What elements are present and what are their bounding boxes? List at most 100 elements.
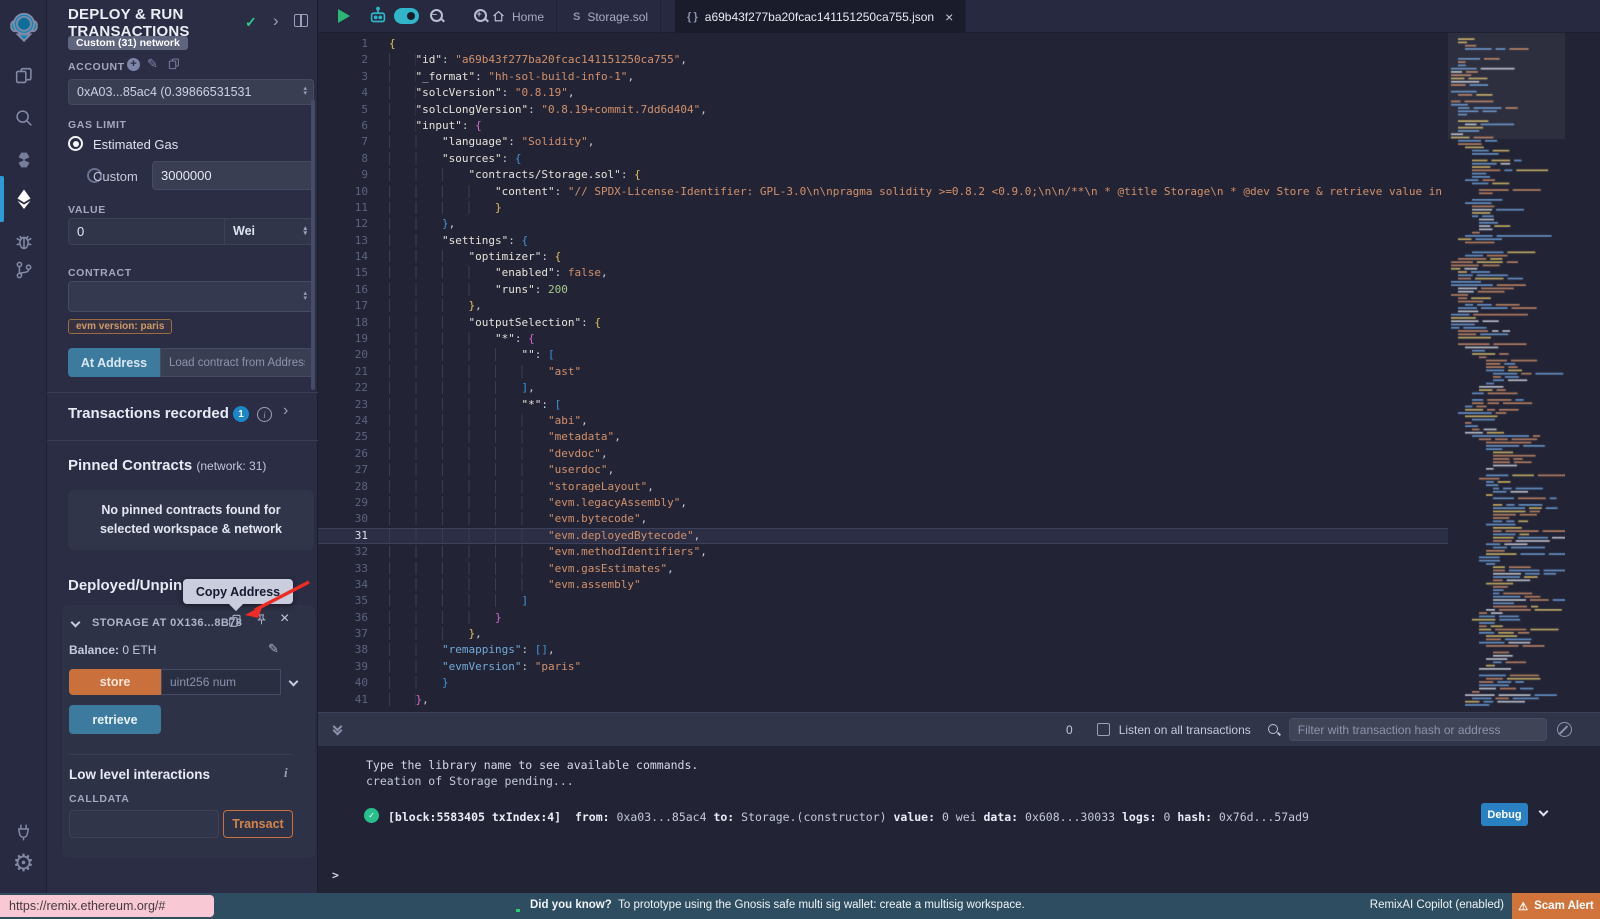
info-icon[interactable]: i xyxy=(257,407,272,422)
code-line-30[interactable]: 30 "evm.bytecode", xyxy=(318,511,1448,527)
scam-alert-button[interactable]: ⚠ Scam Alert xyxy=(1512,893,1600,919)
pin-panel-icon[interactable] xyxy=(294,14,308,27)
code-line-8[interactable]: 8 "sources": { xyxy=(318,151,1448,167)
expand-terminal-icon[interactable] xyxy=(334,726,341,734)
pinned-contracts-title: Pinned Contracts (network: 31) xyxy=(68,457,266,474)
estimated-gas-radio[interactable] xyxy=(68,136,83,151)
code-line-41[interactable]: 41 }, xyxy=(318,692,1448,708)
code-line-27[interactable]: 27 "userdoc", xyxy=(318,462,1448,478)
git-icon[interactable] xyxy=(0,250,47,290)
code-line-10[interactable]: 10 "content": "// SPDX-License-Identifie… xyxy=(318,184,1448,200)
code-line-7[interactable]: 7 "language": "Solidity", xyxy=(318,134,1448,150)
transact-button[interactable]: Transact xyxy=(223,810,293,838)
store-param-input[interactable] xyxy=(161,669,281,695)
tab-storage-sol[interactable]: S Storage.sol xyxy=(561,0,661,33)
copilot-status[interactable]: RemixAI Copilot (enabled) xyxy=(1370,899,1504,911)
code-line-16[interactable]: 16 "runs": 200 xyxy=(318,282,1448,298)
code-line-24[interactable]: 24 "abi", xyxy=(318,413,1448,429)
chevron-right-icon[interactable]: › xyxy=(273,11,279,31)
code-line-18[interactable]: 18 "outputSelection": { xyxy=(318,315,1448,331)
code-line-4[interactable]: 4 "solcVersion": "0.8.19", xyxy=(318,85,1448,101)
code-editor[interactable]: 1{2 "id": "a69b43f277ba20fcac141151250ca… xyxy=(318,33,1448,712)
code-line-33[interactable]: 33 "evm.gasEstimates", xyxy=(318,561,1448,577)
terminal-output[interactable]: Type the library name to see available c… xyxy=(318,746,1600,893)
value-unit-select[interactable]: Wei ▴▾ xyxy=(225,218,314,245)
code-line-2[interactable]: 2 "id": "a69b43f277ba20fcac141151250ca75… xyxy=(318,52,1448,68)
code-line-26[interactable]: 26 "devdoc", xyxy=(318,446,1448,462)
store-button[interactable]: store xyxy=(69,669,161,695)
load-address-input[interactable] xyxy=(160,348,314,377)
code-line-22[interactable]: 22 ], xyxy=(318,380,1448,396)
lowlevel-info-icon[interactable]: i xyxy=(284,765,288,781)
add-account-icon[interactable]: + xyxy=(127,58,140,71)
settings-icon[interactable]: ⚙ xyxy=(0,844,47,884)
tx-expand-chevron[interactable] xyxy=(1539,807,1549,817)
code-line-6[interactable]: 6 "input": { xyxy=(318,118,1448,134)
line-number: 28 xyxy=(318,479,368,495)
code-line-19[interactable]: 19 "*": { xyxy=(318,331,1448,347)
code-line-14[interactable]: 14 "optimizer": { xyxy=(318,249,1448,265)
copilot-toggle[interactable] xyxy=(394,8,419,24)
custom-gas-label: Custom xyxy=(93,169,138,184)
search-icon[interactable] xyxy=(0,98,47,138)
edit-balance-icon[interactable]: ✎ xyxy=(268,641,279,657)
code-line-35[interactable]: 35 ] xyxy=(318,593,1448,609)
copy-account-icon[interactable] xyxy=(167,57,181,76)
clear-console-icon[interactable] xyxy=(1557,722,1572,737)
edit-account-icon[interactable]: ✎ xyxy=(147,56,158,72)
code-line-39[interactable]: 39 "evmVersion": "paris" xyxy=(318,659,1448,675)
code-line-34[interactable]: 34 "evm.assembly" xyxy=(318,577,1448,593)
file-explorer-icon[interactable] xyxy=(0,56,47,96)
solidity-compiler-icon[interactable] xyxy=(0,140,47,180)
code-line-11[interactable]: 11 } xyxy=(318,200,1448,216)
code-line-36[interactable]: 36 } xyxy=(318,610,1448,626)
code-line-12[interactable]: 12 }, xyxy=(318,216,1448,232)
code-line-17[interactable]: 17 }, xyxy=(318,298,1448,314)
transaction-log[interactable]: [block:5583405 txIndex:4] from: 0xa03...… xyxy=(388,810,1309,824)
code-line-20[interactable]: 20 "": [ xyxy=(318,347,1448,363)
tab-home[interactable]: Home xyxy=(480,0,557,33)
terminal-prompt[interactable]: > xyxy=(332,868,339,882)
code-line-1[interactable]: 1{ xyxy=(318,36,1448,52)
filter-transactions-input[interactable] xyxy=(1289,718,1547,741)
remixai-robot-icon[interactable] xyxy=(367,5,389,32)
debug-button[interactable]: Debug xyxy=(1481,803,1528,826)
close-tab-icon[interactable]: × xyxy=(945,9,953,25)
remix-logo[interactable] xyxy=(0,6,47,48)
code-line-38[interactable]: 38 "remappings": [], xyxy=(318,642,1448,658)
code-line-31[interactable]: 31 "evm.deployedBytecode", xyxy=(318,528,1448,544)
code-line-5[interactable]: 5 "solcLongVersion": "0.8.19+commit.7dd6… xyxy=(318,102,1448,118)
code-line-21[interactable]: 21 "ast" xyxy=(318,364,1448,380)
contract-select[interactable]: ▴▾ xyxy=(68,281,314,312)
retrieve-button[interactable]: retrieve xyxy=(69,705,161,734)
code-line-28[interactable]: 28 "storageLayout", xyxy=(318,479,1448,495)
value-input[interactable] xyxy=(68,218,225,245)
json-braces-icon: { } xyxy=(687,11,698,23)
code-line-3[interactable]: 3 "_format": "hh-sol-build-info-1", xyxy=(318,69,1448,85)
deploy-run-icon[interactable] xyxy=(0,179,47,219)
contract-label: CONTRACT xyxy=(68,267,132,279)
code-line-9[interactable]: 9 "contracts/Storage.sol": { xyxy=(318,167,1448,183)
code-line-23[interactable]: 23 "*": [ xyxy=(318,397,1448,413)
code-line-40[interactable]: 40 } xyxy=(318,675,1448,691)
custom-gas-input[interactable] xyxy=(152,161,314,190)
code-line-37[interactable]: 37 }, xyxy=(318,626,1448,642)
panel-scrollbar[interactable] xyxy=(311,100,315,390)
account-select[interactable]: 0xA03...85ac4 (0.39866531531 ▴▾ xyxy=(68,79,314,105)
at-address-button[interactable]: At Address xyxy=(68,348,160,377)
code-line-13[interactable]: 13 "settings": { xyxy=(318,233,1448,249)
collapse-contract-chevron[interactable] xyxy=(71,618,81,628)
zoom-out-icon[interactable]: – xyxy=(430,9,445,24)
expand-store-chevron[interactable] xyxy=(289,677,299,687)
tab-json-file[interactable]: { } a69b43f277ba20fcac141151250ca755.jso… xyxy=(675,0,966,33)
code-line-29[interactable]: 29 "evm.legacyAssembly", xyxy=(318,495,1448,511)
contract-instance-header[interactable]: STORAGE AT 0X136...8B78 xyxy=(92,617,242,629)
minimap[interactable] xyxy=(1448,33,1565,712)
code-line-32[interactable]: 32 "evm.methodIdentifiers", xyxy=(318,544,1448,560)
expand-transactions-chevron[interactable]: › xyxy=(283,402,288,420)
run-script-icon[interactable] xyxy=(338,9,350,23)
code-line-25[interactable]: 25 "metadata", xyxy=(318,429,1448,445)
code-line-15[interactable]: 15 "enabled": false, xyxy=(318,265,1448,281)
listen-transactions-checkbox[interactable] xyxy=(1097,723,1110,736)
calldata-input[interactable] xyxy=(69,810,219,838)
